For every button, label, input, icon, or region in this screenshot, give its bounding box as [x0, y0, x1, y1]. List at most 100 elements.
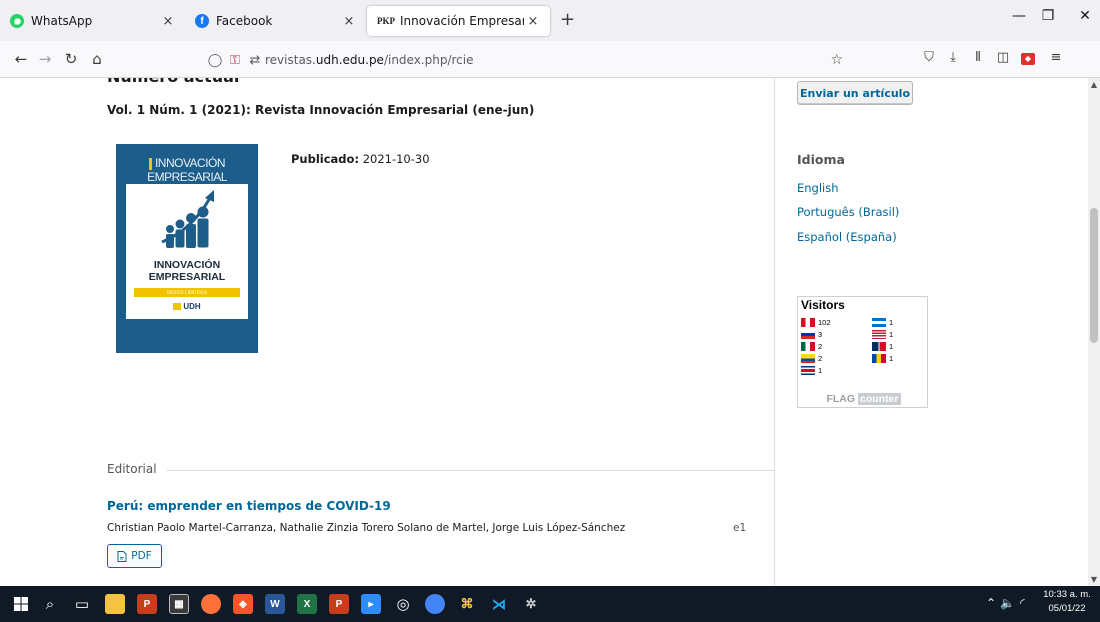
library-icon[interactable]: ⫴ — [968, 50, 988, 65]
flag-counter-brand: FLAG counter — [798, 393, 929, 405]
reload-icon[interactable]: ↻ — [60, 49, 82, 69]
brave-icon[interactable]: ◈ — [233, 594, 253, 614]
vscode-icon[interactable]: ⋊ — [489, 594, 509, 614]
clock-date: 05/01/22 — [1048, 603, 1086, 614]
pocket-icon[interactable]: ⛉ — [919, 50, 939, 65]
cover-name-line2: EMPRESARIAL — [148, 271, 226, 283]
browser-tab-strip: WhatsApp × f Facebook × PKP Innovación E… — [0, 0, 1100, 41]
published-date: Publicado: 2021-10-30 — [291, 152, 430, 166]
tab-label: Facebook — [216, 14, 273, 28]
language-link-english[interactable]: English — [797, 181, 839, 195]
visitor-count: 1 — [889, 342, 894, 351]
udh-logo: UDH — [126, 302, 248, 311]
language-link-spanish[interactable]: Español (España) — [797, 230, 897, 244]
udh-logo-text: UDH — [183, 302, 201, 311]
tab-facebook[interactable]: f Facebook × — [185, 6, 366, 36]
flag-counter-brand-counter: counter — [857, 393, 901, 405]
article-title-link[interactable]: Perú: emprender en tiempos de COVID-19 — [107, 499, 391, 513]
tab-innovacion-empresarial[interactable]: PKP Innovación Empresarial × — [367, 6, 550, 36]
visitor-entry: 1 — [872, 330, 893, 339]
url-bar[interactable]: ◯ ⚿ ⇄ revistas.udh.edu.pe/index.php/rcie… — [205, 48, 855, 72]
task-view-icon[interactable]: ▭ — [72, 594, 92, 614]
obs-icon[interactable]: ◎ — [393, 594, 413, 614]
language-link-portuguese[interactable]: Português (Brasil) — [797, 205, 899, 219]
visitor-count: 1 — [889, 354, 894, 363]
sidebar-divider — [774, 78, 775, 586]
usa-flag-icon — [872, 330, 886, 339]
sidebar-icon[interactable]: ◫ — [993, 50, 1013, 65]
honduras-flag-icon — [872, 318, 886, 327]
firefox-icon[interactable] — [201, 594, 221, 614]
costa-rica-flag-icon — [801, 366, 815, 375]
url-text[interactable]: revistas.udh.edu.pe/index.php/rcie — [265, 53, 474, 67]
cover-accent-bar — [148, 157, 152, 170]
pdf-button[interactable]: PDF — [107, 544, 162, 568]
menu-icon[interactable]: ≡ — [1046, 50, 1066, 65]
lock-icon[interactable]: ⚿ — [225, 53, 245, 68]
volume-icon[interactable]: 🔈 — [1000, 596, 1015, 610]
close-tab-icon[interactable]: × — [340, 14, 358, 29]
russia-flag-icon — [801, 330, 815, 339]
extension-icon[interactable]: ◆ — [1018, 50, 1038, 65]
udh-shield-icon — [173, 303, 182, 311]
document-icon — [117, 550, 127, 562]
visitor-count: 3 — [818, 330, 823, 339]
visitor-entry: 1 — [872, 318, 893, 327]
cover-top-title: INNOVACIÓN EMPRESARIAL — [116, 156, 258, 184]
clock-time: 10:33 a. m. — [1043, 589, 1091, 600]
word-icon[interactable]: W — [265, 594, 285, 614]
tab-whatsapp[interactable]: WhatsApp × — [0, 6, 185, 36]
network-status-icon[interactable]: ◜ — [1020, 596, 1025, 610]
new-tab-button[interactable]: + — [560, 10, 575, 30]
close-tab-icon[interactable]: × — [159, 14, 177, 29]
submit-article-button[interactable]: Enviar un artículo — [797, 81, 913, 105]
system-clock[interactable]: 10:33 a. m. 05/01/22 — [1036, 588, 1098, 616]
peru-flag-icon — [801, 318, 815, 327]
tab-label: Innovación Empresarial — [400, 14, 524, 28]
visitor-entry: 2 — [801, 342, 822, 351]
growth-people-icon — [161, 190, 214, 248]
excel-icon[interactable]: X — [297, 594, 317, 614]
article-pages: e1 — [733, 522, 747, 534]
moldova-flag-icon — [872, 354, 886, 363]
calculator-icon[interactable]: ▦ — [169, 594, 189, 614]
page-scrollbar[interactable]: ▲ ▼ — [1088, 78, 1100, 586]
network-icon[interactable]: ⌘ — [457, 594, 477, 614]
permissions-icon[interactable]: ⇄ — [245, 53, 265, 68]
app-icon[interactable]: ✲ — [521, 594, 541, 614]
visitor-count: 2 — [818, 354, 823, 363]
published-value: 2021-10-30 — [362, 152, 430, 166]
powerpoint-icon-2[interactable]: P — [329, 594, 349, 614]
current-issue-heading: Número actual — [107, 78, 239, 86]
close-tab-icon[interactable]: × — [524, 14, 542, 29]
windows-start-icon[interactable] — [11, 594, 31, 614]
section-heading-editorial: Editorial — [97, 462, 167, 476]
powerpoint-icon[interactable]: P — [137, 594, 157, 614]
visitor-entry: 3 — [801, 330, 822, 339]
issue-title[interactable]: Vol. 1 Núm. 1 (2021): Revista Innovación… — [107, 103, 534, 117]
bookmark-star-icon[interactable]: ☆ — [830, 52, 843, 68]
url-path: /index.php/rcie — [383, 53, 474, 67]
shield-icon[interactable]: ◯ — [205, 53, 225, 68]
scroll-down-icon[interactable]: ▼ — [1088, 575, 1100, 584]
scroll-thumb[interactable] — [1090, 208, 1098, 343]
cover-band: REVISTA CIENTÍFICA — [134, 288, 240, 297]
visitors-title: Visitors — [801, 298, 845, 312]
downloads-icon[interactable]: ⤓ — [943, 50, 963, 65]
chrome-icon[interactable] — [425, 594, 445, 614]
close-window-button[interactable]: ✕ — [1062, 8, 1100, 24]
flag-counter-widget[interactable]: Visitors 102 3 2 2 1 1 1 1 1 FLAG counte… — [797, 296, 928, 408]
tray-overflow-icon[interactable]: ⌃ — [986, 596, 996, 610]
forward-icon[interactable]: → — [34, 49, 56, 69]
issue-cover-image[interactable]: INNOVACIÓN EMPRESARIAL INNOVACIÓN EMPRES… — [116, 144, 258, 353]
section-divider — [107, 470, 774, 471]
tab-label: WhatsApp — [31, 14, 93, 28]
pdf-button-label: PDF — [131, 550, 152, 562]
home-icon[interactable]: ⌂ — [86, 49, 108, 69]
search-icon[interactable]: ⌕ — [40, 594, 60, 614]
cover-name-line1: INNOVACIÓN — [153, 259, 221, 271]
scroll-up-icon[interactable]: ▲ — [1088, 80, 1100, 89]
zoom-icon[interactable]: ▸ — [361, 594, 381, 614]
back-icon[interactable]: ← — [10, 49, 32, 69]
file-explorer-icon[interactable] — [105, 594, 125, 614]
